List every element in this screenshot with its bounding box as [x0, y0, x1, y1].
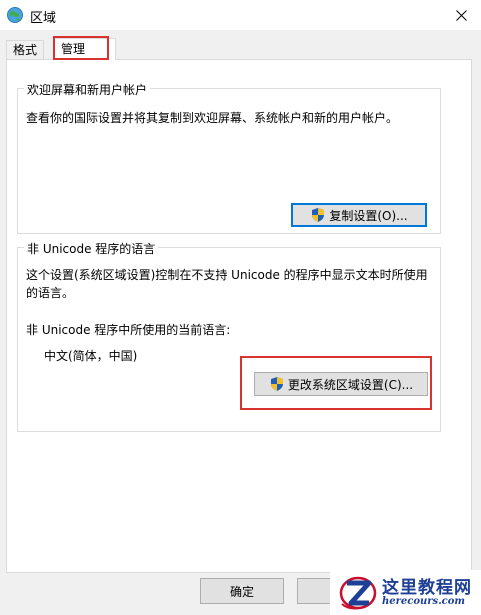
ok-button[interactable]: 确定	[200, 578, 284, 604]
title-bar: 区域	[0, 0, 481, 30]
welcome-screen-group: 欢迎屏幕和新用户帐户 查看你的国际设置并将其复制到欢迎屏幕、系统帐户和新的用户帐…	[17, 81, 441, 234]
tab-format[interactable]: 格式	[6, 40, 45, 59]
tab-panel-administrative: 欢迎屏幕和新用户帐户 查看你的国际设置并将其复制到欢迎屏幕、系统帐户和新的用户帐…	[6, 59, 472, 573]
copy-settings-button[interactable]: 复制设置(O)...	[291, 203, 427, 227]
watermark-url: herecours.com	[382, 596, 466, 607]
copy-settings-label: 复制设置(O)...	[329, 208, 408, 223]
non-unicode-group-description: 这个设置(系统区域设置)控制在不支持 Unicode 的程序中显示文本时所使用的…	[26, 268, 428, 300]
close-icon	[455, 9, 467, 21]
current-language-value: 中文(简体，中国)	[44, 349, 138, 363]
current-language-label: 非 Unicode 程序中所使用的当前语言:	[26, 323, 231, 337]
change-locale-highlight-box	[240, 356, 432, 410]
site-watermark: 这里教程网 herecours.com	[330, 570, 481, 615]
welcome-group-description: 查看你的国际设置并将其复制到欢迎屏幕、系统帐户和新的用户帐户。	[26, 111, 399, 125]
uac-shield-icon	[312, 208, 325, 222]
window-title: 区域	[30, 11, 57, 26]
watermark-logo-icon	[339, 576, 377, 610]
globe-icon	[7, 7, 23, 23]
welcome-group-title: 欢迎屏幕和新用户帐户	[24, 81, 151, 98]
close-button[interactable]	[441, 0, 481, 30]
watermark-title: 这里教程网	[382, 578, 472, 598]
non-unicode-group-title: 非 Unicode 程序的语言	[24, 240, 159, 257]
tab-highlight-box	[53, 36, 109, 60]
